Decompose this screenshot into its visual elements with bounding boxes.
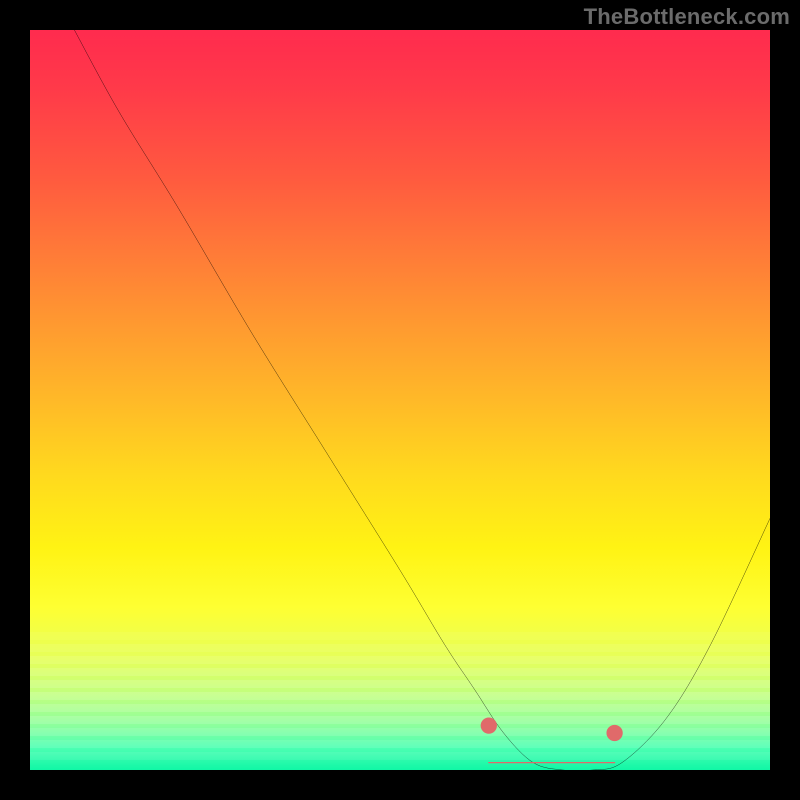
watermark-text: TheBottleneck.com xyxy=(584,4,790,30)
bottleneck-curve xyxy=(74,30,770,771)
range-left-dot xyxy=(481,717,497,733)
chart-frame: TheBottleneck.com xyxy=(0,0,800,800)
curve-layer xyxy=(30,30,770,770)
plot-area xyxy=(30,30,770,770)
range-right-dot xyxy=(606,725,622,741)
